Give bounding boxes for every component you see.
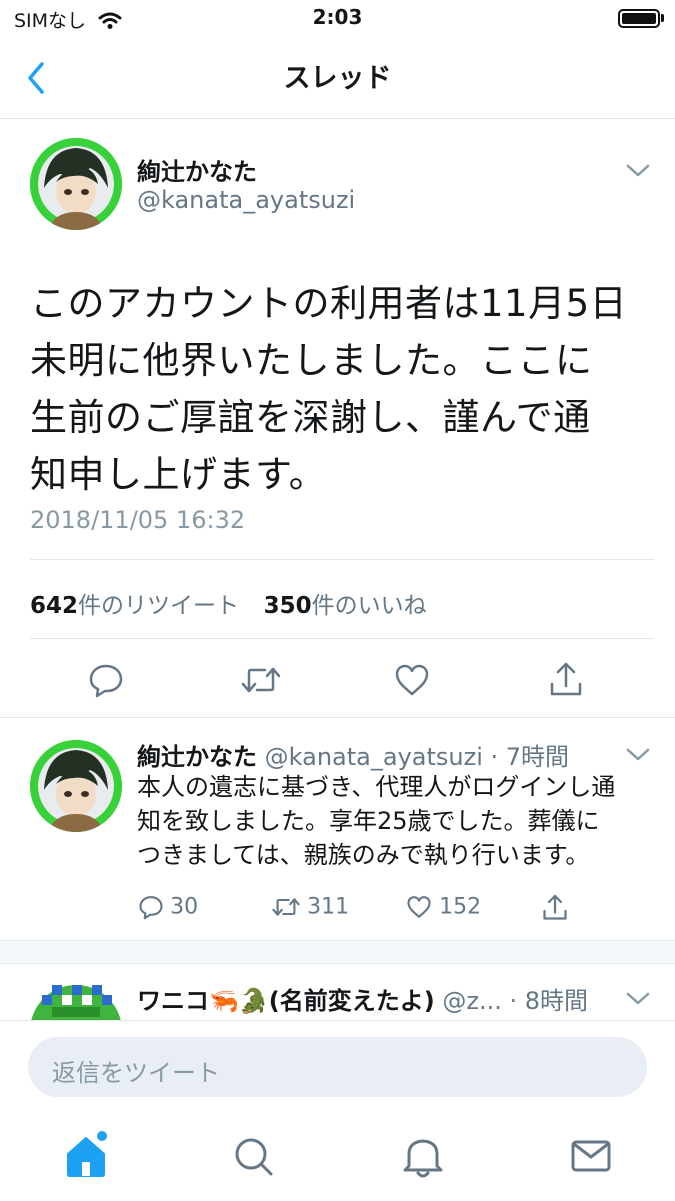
caret-down-icon	[626, 164, 650, 177]
tweet-text-line: 生前のご厚誼を深謝し、謹んで通	[30, 396, 591, 439]
like-icon	[395, 664, 429, 696]
retweet-button[interactable]	[239, 660, 283, 700]
retweets-stat[interactable]: 642件のリツイート	[30, 593, 239, 619]
reply-count: 30	[170, 894, 199, 920]
section-separator	[0, 940, 675, 964]
tweet-menu-button[interactable]	[624, 744, 652, 764]
avatar-image	[31, 985, 121, 1020]
retweet-count-button[interactable]: 311	[270, 893, 349, 923]
like-icon	[407, 896, 431, 918]
share-button[interactable]	[546, 660, 586, 700]
tab-search[interactable]	[223, 1126, 283, 1186]
reply-header: 絢辻かなた @kanata_ayatsuzi · 7時間	[137, 737, 569, 772]
reply-text: 本人の遺志に基づき、代理人がログインし通 知を致しました。享年25歳でした。葬儀…	[137, 770, 652, 872]
author-handle-time[interactable]: @z... · 8時間	[442, 987, 588, 1015]
tweet-text-line: 未明に他界いたしました。ここに	[30, 339, 593, 382]
share-icon	[550, 662, 582, 696]
avatar[interactable]	[30, 138, 122, 230]
author-name[interactable]: ワニコ🦐🐊(名前変えたよ)	[137, 987, 435, 1015]
tab-notifications[interactable]	[393, 1126, 453, 1186]
battery-tip	[661, 14, 664, 22]
tweet-timestamp: 2018/11/05 16:32	[30, 506, 246, 534]
reply-text-line: つきましては、親族のみで執り行います。	[137, 841, 590, 869]
author-handle[interactable]: @kanata_ayatsuzi	[137, 186, 355, 214]
notifications-icon	[403, 1139, 443, 1178]
reply-text-line: 本人の遺志に基づき、代理人がログインし通	[137, 773, 616, 801]
search-icon	[235, 1138, 273, 1176]
avatar[interactable]	[30, 740, 122, 832]
reply-button[interactable]	[86, 660, 126, 700]
tab-home[interactable]	[58, 1126, 118, 1186]
like-button[interactable]	[392, 660, 432, 700]
tweet-text-line: このアカウントの利用者は11月5日	[30, 282, 628, 325]
reply-icon	[139, 896, 163, 920]
reply-icon	[89, 664, 123, 698]
reply-text-line: 知を致しました。享年25歳でした。葬儀に	[137, 807, 600, 835]
avatar[interactable]	[30, 985, 122, 1020]
author-name[interactable]: 絢辻かなた	[137, 743, 257, 771]
status-bar: SIMなし 2:03	[0, 0, 675, 40]
tweet-menu-button[interactable]	[624, 160, 652, 180]
avatar-image	[30, 138, 122, 230]
reply-count-button[interactable]: 30	[137, 893, 198, 923]
share-button[interactable]	[540, 893, 570, 923]
caret-down-icon	[626, 748, 650, 761]
author-handle-time[interactable]: @kanata_ayatsuzi · 7時間	[265, 743, 569, 771]
tweet-text: このアカウントの利用者は11月5日 未明に他界いたしました。ここに 生前のご厚誼…	[30, 275, 650, 503]
page-title: スレッド	[283, 63, 392, 94]
divider	[0, 717, 675, 718]
divider	[30, 638, 654, 639]
status-time: 2:03	[312, 5, 363, 29]
nav-divider	[0, 118, 675, 119]
avatar-image	[30, 740, 122, 832]
divider	[30, 559, 654, 560]
tweet-text-line: 知申し上げます。	[30, 453, 327, 496]
retweet-icon	[241, 667, 281, 693]
home-icon	[67, 1131, 107, 1177]
tweet-stats: 642件のリツイート 350件のいいね	[30, 586, 427, 620]
retweet-count: 311	[307, 894, 350, 920]
third-header: ワニコ🦐🐊(名前変えたよ) @z... · 8時間	[137, 981, 627, 1016]
like-count: 152	[439, 894, 482, 920]
like-count-button[interactable]: 152	[404, 893, 481, 923]
caret-down-icon	[626, 992, 650, 1005]
tab-messages[interactable]	[561, 1126, 621, 1186]
likes-stat[interactable]: 350件のいいね	[264, 593, 427, 619]
battery-icon	[618, 9, 660, 28]
retweet-icon	[272, 898, 300, 916]
author-name[interactable]: 絢辻かなた	[137, 152, 257, 187]
tweet-menu-button[interactable]	[624, 988, 652, 1008]
messages-icon	[571, 1140, 611, 1172]
reply-placeholder: 返信をツイート	[52, 1059, 220, 1087]
share-icon	[543, 894, 567, 920]
